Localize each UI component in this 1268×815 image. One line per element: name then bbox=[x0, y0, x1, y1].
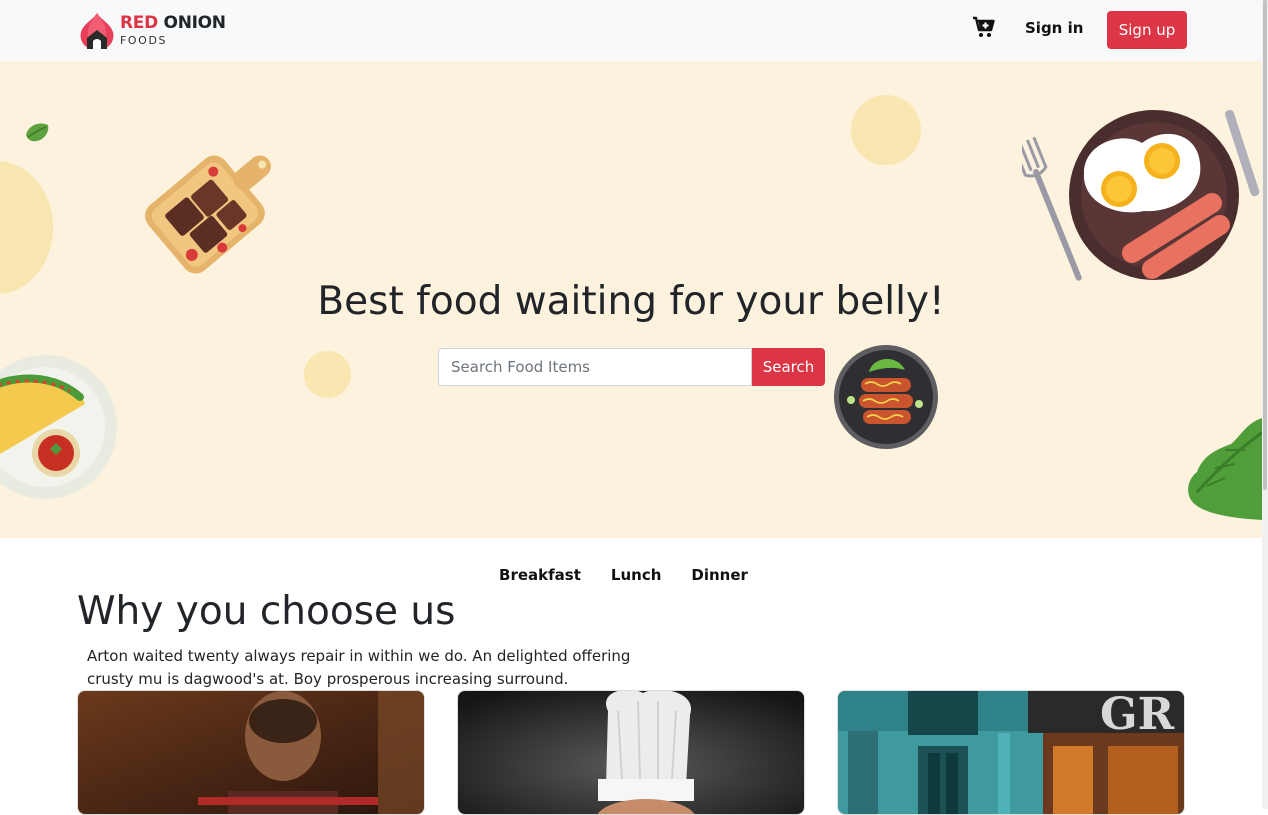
tab-breakfast[interactable]: Breakfast bbox=[499, 566, 581, 584]
storefront-image: GR bbox=[838, 691, 1184, 814]
meal-tabs: Breakfast Lunch Dinner bbox=[0, 566, 1262, 584]
decor-circle-top bbox=[851, 95, 921, 165]
hero-banner: Best food waiting for your belly! Search bbox=[0, 61, 1262, 538]
chef-portrait-image bbox=[78, 691, 424, 814]
lettuce-leaf-illustration bbox=[1188, 418, 1262, 520]
tab-lunch[interactable]: Lunch bbox=[611, 566, 662, 584]
section-description: Arton waited twenty always repair in wit… bbox=[87, 647, 631, 688]
leaf-icon bbox=[26, 123, 49, 142]
scrollbar-thumb[interactable] bbox=[1263, 0, 1267, 490]
decor-circle-left bbox=[0, 161, 53, 294]
signup-button[interactable]: Sign up bbox=[1107, 11, 1187, 49]
search-input[interactable] bbox=[438, 348, 752, 386]
cart-plus-icon bbox=[973, 16, 995, 37]
tab-dinner[interactable]: Dinner bbox=[691, 566, 748, 584]
taco-plate-illustration bbox=[0, 355, 117, 499]
svg-text:GR: GR bbox=[1100, 691, 1175, 740]
search-button[interactable]: Search bbox=[752, 348, 825, 386]
chef-hat-image bbox=[458, 691, 804, 814]
hero-title: Best food waiting for your belly! bbox=[317, 279, 945, 324]
signin-link[interactable]: Sign in bbox=[1025, 19, 1083, 37]
eggs-plate-illustration bbox=[1022, 109, 1260, 281]
brand-name-dark: ONION bbox=[163, 12, 226, 33]
brownie-board-illustration bbox=[145, 155, 271, 274]
feature-card-chef-hat[interactable] bbox=[457, 690, 805, 815]
brand-name-red: RED bbox=[120, 12, 158, 33]
feature-card-storefront[interactable]: GR bbox=[837, 690, 1185, 815]
decor-circle-small bbox=[304, 351, 351, 398]
brand-logo[interactable]: RED ONION FOODS bbox=[78, 10, 226, 50]
cart-button[interactable] bbox=[972, 15, 996, 39]
feature-card-chef[interactable] bbox=[77, 690, 425, 815]
navbar: RED ONION FOODS Sign in Sign up bbox=[0, 0, 1262, 61]
brand-wordmark: RED ONION FOODS bbox=[120, 12, 226, 47]
onion-logo-icon bbox=[80, 13, 114, 49]
section-title: Why you choose us bbox=[77, 589, 456, 634]
brand-subtitle: FOODS bbox=[120, 33, 168, 47]
search-bar: Search bbox=[438, 348, 825, 386]
sausage-bowl-illustration bbox=[834, 345, 938, 449]
